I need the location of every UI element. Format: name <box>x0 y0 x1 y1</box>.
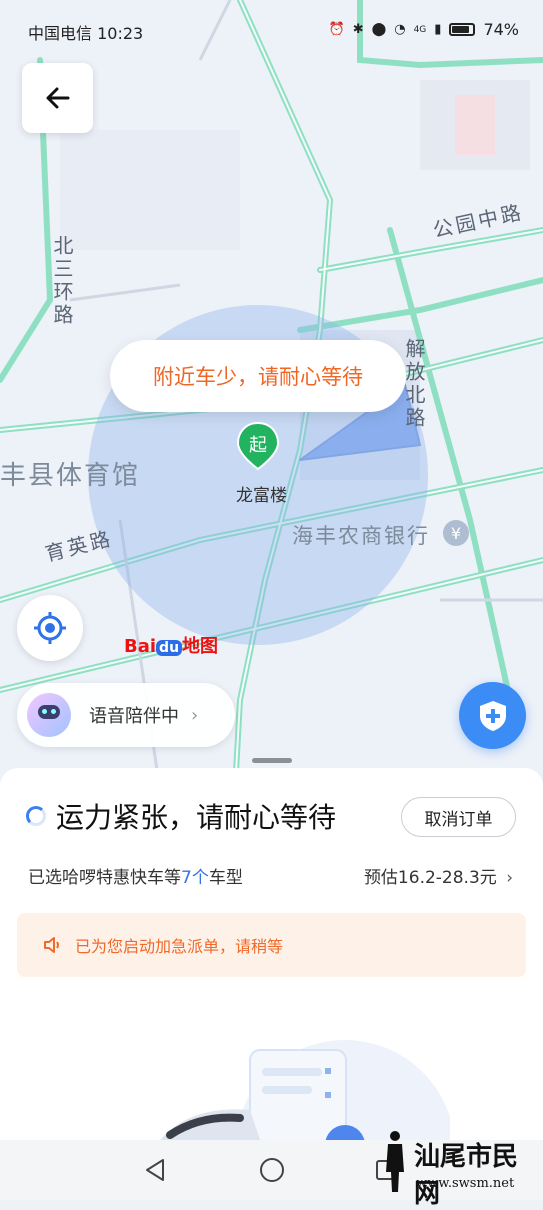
wifi-icon: ◔ <box>394 22 406 37</box>
start-marker-label: 起 <box>249 435 267 456</box>
robot-avatar-icon <box>27 693 71 737</box>
crosshair-icon <box>34 612 66 644</box>
voice-companion-pill[interactable]: 语音陪伴中 › <box>17 683 235 747</box>
dispatch-status-text: 运力紧张，请耐心等待 <box>56 801 337 834</box>
fare-estimate-text: 预估16.2-28.3元 <box>363 868 497 888</box>
dispatch-status: 运力紧张，请耐心等待 <box>26 796 336 836</box>
venue-label: 丰县体育馆 <box>0 461 141 491</box>
speaker-icon <box>44 937 59 953</box>
bank-label: 海丰农商银行 <box>292 524 430 548</box>
carrier-time: 中国电信 10:23 <box>28 24 144 43</box>
alarm-icon: ⏰ <box>328 22 345 37</box>
locate-button[interactable] <box>17 595 83 661</box>
voice-companion-label: 语音陪伴中 <box>89 706 179 727</box>
battery-percent: 74% <box>483 20 519 39</box>
safety-shield-button[interactable] <box>459 682 526 749</box>
selected-count: 7个 <box>181 868 209 888</box>
statue-silhouette-icon <box>386 1131 404 1192</box>
bluetooth-icon: ✱ <box>352 22 364 37</box>
shield-plus-icon <box>479 700 506 731</box>
loading-spinner-icon <box>26 806 46 826</box>
watermark-title: 汕尾市民网 <box>414 1142 519 1209</box>
selected-car-types[interactable]: 已选哈啰特惠快车等7个车型 <box>28 863 243 888</box>
battery-icon <box>449 23 476 36</box>
waiting-illustration <box>160 1040 450 1140</box>
signal-icon: ▮ <box>434 22 442 37</box>
wait-bubble: 附近车少，请耐心等待 <box>110 340 406 412</box>
network-type: 4G <box>413 24 427 35</box>
triangle-back-icon <box>146 1159 164 1181</box>
bank-icon: ¥ <box>443 520 469 546</box>
baidu-map-logo: Bai du 地图 <box>124 636 219 657</box>
selected-suffix: 车型 <box>208 868 243 888</box>
back-button[interactable] <box>22 63 93 133</box>
watermark-url: www.swsm.net <box>416 1176 515 1191</box>
chevron-right-icon: › <box>191 704 199 726</box>
road-label-north-ring: 北三环路 <box>50 235 74 327</box>
chevron-right-icon: › <box>506 868 513 888</box>
status-bar: 中国电信 10:23 ⏰ ✱ ⬤ ◔ 4G ▮ 74% <box>0 0 543 58</box>
nav-back-button[interactable] <box>141 1156 169 1184</box>
selected-prefix: 已选哈啰特惠快车等 <box>28 868 181 888</box>
sheet-drag-handle[interactable] <box>252 758 292 763</box>
cancel-order-button[interactable]: 取消订单 <box>401 797 516 837</box>
notice-text: 已为您启动加急派单，请稍等 <box>75 937 284 956</box>
urgent-dispatch-notice: 已为您启动加急派单，请稍等 <box>17 913 526 977</box>
location-icon: ⬤ <box>371 22 387 37</box>
circle-home-icon <box>260 1158 284 1182</box>
arrow-left-icon <box>46 87 69 109</box>
fare-estimate[interactable]: 预估16.2-28.3元 › <box>364 863 513 888</box>
site-watermark: 汕尾市民网 www.swsm.net <box>380 1128 543 1209</box>
pickup-poi-label: 龙富楼 <box>236 486 287 506</box>
nav-home-button[interactable] <box>258 1156 286 1184</box>
